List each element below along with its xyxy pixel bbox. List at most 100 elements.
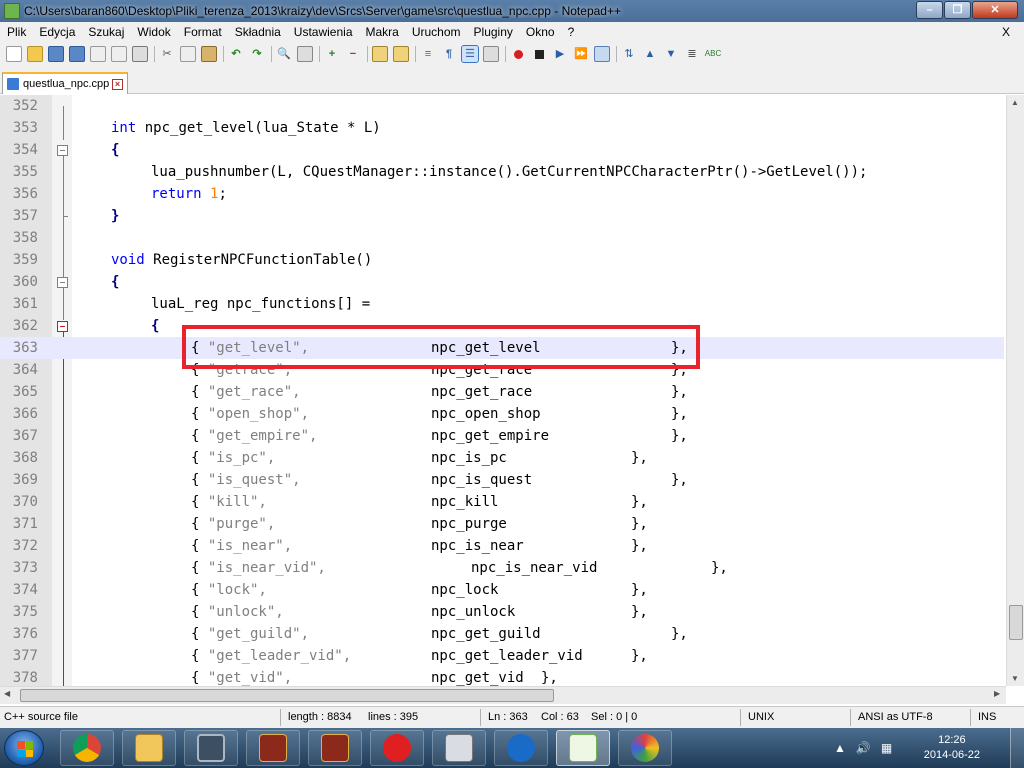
- string-literal: "lock",: [207, 582, 267, 598]
- code-text: },: [671, 428, 688, 444]
- menu-pluginy[interactable]: Pluginy: [467, 25, 519, 39]
- string-literal: "getrace",: [207, 362, 293, 378]
- menu-szukaj[interactable]: Szukaj: [81, 25, 130, 39]
- line-number: 366: [12, 406, 38, 422]
- taskbar-game-client-1[interactable]: [246, 730, 300, 766]
- word-wrap-icon[interactable]: ≡: [420, 46, 436, 62]
- code-text: npc_is_near_vid: [471, 560, 598, 576]
- save-icon[interactable]: [48, 46, 64, 62]
- horizontal-scroll-thumb[interactable]: [20, 689, 554, 702]
- menu-widok[interactable]: Widok: [130, 25, 176, 39]
- print-icon[interactable]: [132, 46, 148, 62]
- zoom-in-icon[interactable]: +: [324, 46, 340, 62]
- line-number: 378: [12, 670, 38, 686]
- menu-uruchom[interactable]: Uruchom: [405, 25, 467, 39]
- menu-plik[interactable]: Plik: [0, 25, 32, 39]
- maximize-button[interactable]: ❐: [944, 1, 971, 19]
- taskbar-chrome[interactable]: [60, 730, 114, 766]
- cut-icon[interactable]: ✂: [159, 46, 175, 62]
- sync-horizontal-icon[interactable]: [393, 46, 409, 62]
- line-number: 356: [12, 186, 38, 202]
- clock[interactable]: 12:26 2014-06-22: [924, 733, 980, 763]
- zoom-out-icon[interactable]: −: [345, 46, 361, 62]
- line-number: 364: [12, 362, 38, 378]
- scroll-left-icon[interactable]: ◀: [4, 689, 10, 698]
- status-bar: C++ source file length : 8834 lines : 39…: [0, 706, 1024, 728]
- menu-format[interactable]: Format: [177, 25, 228, 39]
- replace-icon[interactable]: [297, 46, 313, 62]
- doc-map-icon[interactable]: [483, 46, 499, 62]
- show-all-chars-icon[interactable]: ¶: [441, 46, 457, 62]
- taskbar-game-client-2[interactable]: [308, 730, 362, 766]
- network-icon[interactable]: ▦: [881, 741, 892, 755]
- menu-bar: Plik Edycja Szukaj Widok Format Składnia…: [0, 22, 1024, 42]
- tab-close-icon[interactable]: ×: [112, 78, 123, 90]
- code-line: 370{ "kill", npc_kill},: [0, 491, 1004, 513]
- keyword: int: [111, 120, 137, 136]
- code-line: 356 return 1;: [0, 183, 1004, 205]
- volume-icon[interactable]: 🔊: [856, 741, 871, 755]
- show-desktop-button[interactable]: [1010, 728, 1024, 768]
- minimize-button[interactable]: –: [916, 1, 943, 19]
- menu-ustawienia[interactable]: Ustawienia: [287, 25, 359, 39]
- spellcheck-icon[interactable]: ABC: [705, 46, 721, 62]
- menu-help[interactable]: ?: [561, 25, 581, 39]
- string-literal: "get_leader_vid",: [207, 648, 352, 664]
- taskbar-remote-desktop[interactable]: [184, 730, 238, 766]
- menu-okno[interactable]: Okno: [519, 25, 561, 39]
- taskbar-notepadpp[interactable]: [556, 730, 610, 766]
- code-text: }: [111, 208, 120, 224]
- taskbar-paint[interactable]: [618, 730, 672, 766]
- up-arrow-icon[interactable]: ▲: [642, 46, 658, 62]
- sync-vertical-icon[interactable]: [372, 46, 388, 62]
- function-list-icon[interactable]: ≣: [684, 46, 700, 62]
- record-macro-icon[interactable]: [510, 46, 526, 62]
- scroll-right-icon[interactable]: ▶: [994, 689, 1000, 698]
- fold-all-icon[interactable]: ⇅: [621, 46, 637, 62]
- redo-icon[interactable]: ↷: [249, 46, 265, 62]
- scroll-up-icon[interactable]: ▲: [1011, 98, 1019, 107]
- line-number: 362: [12, 318, 38, 334]
- find-icon[interactable]: 🔍: [276, 46, 292, 62]
- vertical-scroll-thumb[interactable]: [1009, 605, 1023, 640]
- play-macro-icon[interactable]: ▶: [552, 46, 568, 62]
- save-macro-icon[interactable]: [594, 46, 610, 62]
- menu-makra[interactable]: Makra: [359, 25, 405, 39]
- undo-icon[interactable]: ↶: [228, 46, 244, 62]
- paste-icon[interactable]: [201, 46, 217, 62]
- indent-guide-icon[interactable]: ☰: [461, 45, 479, 63]
- scroll-down-icon[interactable]: ▼: [1011, 674, 1019, 683]
- taskbar-calculator[interactable]: [432, 730, 486, 766]
- code-text: },: [541, 670, 558, 686]
- down-arrow-icon[interactable]: ▼: [663, 46, 679, 62]
- show-hidden-icons-icon[interactable]: ▲: [834, 741, 846, 755]
- code-text: npc_get_vid: [431, 670, 524, 686]
- taskbar-teamviewer[interactable]: [494, 730, 548, 766]
- save-all-icon[interactable]: [69, 46, 85, 62]
- menu-skladnia[interactable]: Składnia: [228, 25, 287, 39]
- horizontal-scrollbar[interactable]: ◀ ▶: [0, 686, 1006, 704]
- code-text: npc_is_quest: [431, 472, 533, 488]
- code-text: },: [671, 626, 688, 642]
- code-line: 353 int npc_get_level(lua_State * L): [0, 117, 1004, 139]
- open-file-icon[interactable]: [27, 46, 43, 62]
- code-text: },: [671, 384, 688, 400]
- copy-icon[interactable]: [180, 46, 196, 62]
- stop-macro-icon[interactable]: [531, 46, 547, 62]
- close-all-icon[interactable]: [111, 46, 127, 62]
- close-document-button[interactable]: X: [995, 25, 1016, 39]
- code-editor[interactable]: 352 353 int npc_get_level(lua_State * L) …: [0, 95, 1024, 686]
- new-file-icon[interactable]: [6, 46, 22, 62]
- close-file-icon[interactable]: [90, 46, 106, 62]
- code-text: },: [631, 538, 648, 554]
- taskbar-red-app[interactable]: [370, 730, 424, 766]
- vertical-scrollbar[interactable]: ▲ ▼: [1006, 95, 1024, 686]
- taskbar-explorer[interactable]: [122, 730, 176, 766]
- close-button[interactable]: ✕: [972, 1, 1018, 19]
- tab-questlua-npc[interactable]: questlua_npc.cpp ×: [2, 72, 128, 94]
- start-button[interactable]: [4, 730, 44, 766]
- play-multiple-icon[interactable]: ⏩: [573, 46, 589, 62]
- status-eol: UNIX: [748, 711, 775, 723]
- menu-edycja[interactable]: Edycja: [32, 25, 81, 39]
- code-line: 359 void RegisterNPCFunctionTable(): [0, 249, 1004, 271]
